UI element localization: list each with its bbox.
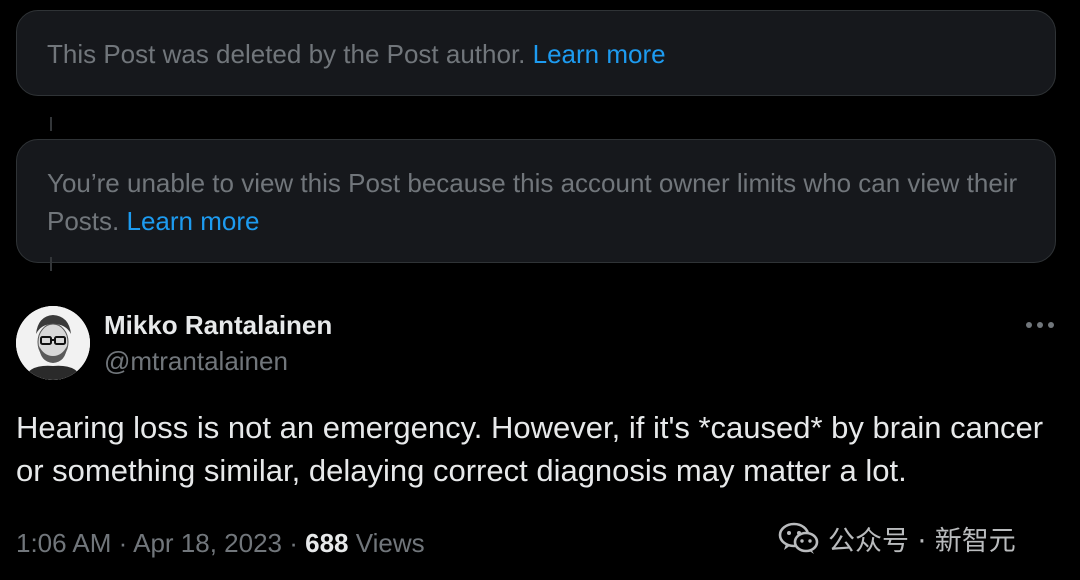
post-date[interactable]: Apr 18, 2023 xyxy=(133,528,282,558)
more-options-button[interactable] xyxy=(1020,310,1060,340)
watermark-text: 公众号 · 新智元 xyxy=(828,525,1016,557)
learn-more-link[interactable]: Learn more xyxy=(126,206,259,236)
wechat-icon xyxy=(778,522,819,554)
wechat-watermark: 公众号 · 新智元 xyxy=(778,518,1016,558)
deleted-post-notice: This Post was deleted by the Post author… xyxy=(16,10,1056,96)
thread-connector-line xyxy=(50,257,52,271)
restricted-post-notice: You’re unable to view this Post because … xyxy=(16,139,1056,263)
more-horizontal-icon xyxy=(1026,322,1054,328)
views-count: 688 xyxy=(305,528,349,558)
post-time[interactable]: 1:06 AM xyxy=(16,528,111,558)
views-label: Views xyxy=(355,528,425,558)
thread-connector-line xyxy=(50,117,52,131)
author-name[interactable]: Mikko Rantalainen xyxy=(104,308,332,342)
deleted-post-notice-text: This Post was deleted by the Post author… xyxy=(47,39,526,69)
meta-separator: · xyxy=(118,528,128,558)
meta-separator: · xyxy=(289,528,298,558)
post-text: Hearing loss is not an emergency. Howeve… xyxy=(16,410,1044,488)
learn-more-link[interactable]: Learn more xyxy=(533,39,666,69)
user-avatar[interactable] xyxy=(16,306,90,380)
post-metadata: 1:06 AM · Apr 18, 2023 · 688 Views xyxy=(16,524,425,562)
author-handle[interactable]: @mtrantalainen xyxy=(104,344,288,378)
avatar-portrait-icon xyxy=(16,306,90,380)
